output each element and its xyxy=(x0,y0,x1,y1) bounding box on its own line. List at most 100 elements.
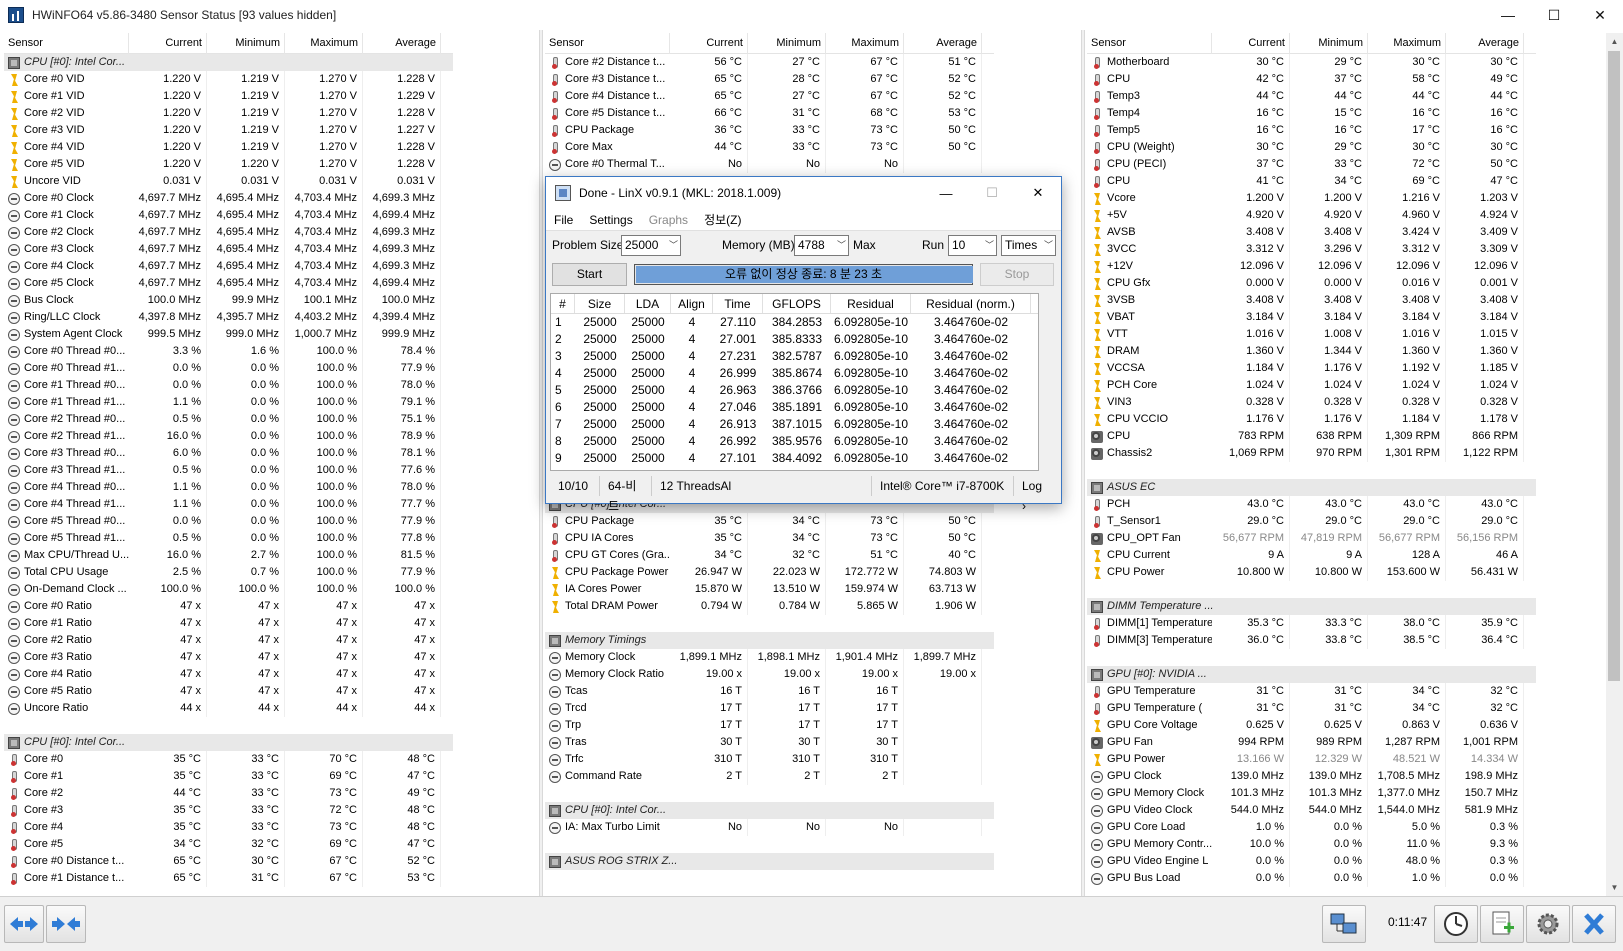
column-header-minimum[interactable]: Minimum xyxy=(1290,33,1368,54)
sensor-row[interactable]: 3VCC 3.312 V 3.296 V 3.312 V 3.309 V xyxy=(1087,241,1536,258)
sensor-row[interactable]: Core #0 Distance t... 65 °C 30 °C 67 °C 52 °… xyxy=(4,853,453,870)
column-header-average[interactable]: Average xyxy=(363,33,441,54)
sensor-row[interactable]: GPU Memory Clock 101.3 MHz 101.3 MHz 1,377.… xyxy=(1087,785,1536,802)
sensor-row[interactable]: DRAM 1.360 V 1.344 V 1.360 V 1.360 V xyxy=(1087,343,1536,360)
scrollbar-thumb[interactable] xyxy=(1608,51,1620,681)
panel-splitter[interactable] xyxy=(1081,30,1085,896)
sensor-row[interactable]: Core #2 Thread #0... 0.5 % 0.0 % 100.0 % 75.… xyxy=(4,411,453,428)
sensor-row[interactable]: GPU Core Load 1.0 % 0.0 % 5.0 % 0.3 % xyxy=(1087,819,1536,836)
memory-combo[interactable]: 4788 ﹀ xyxy=(794,235,849,256)
sensor-row[interactable]: Trfc 310 T 310 T 310 T xyxy=(545,751,994,768)
column-header-average[interactable]: Average xyxy=(904,33,982,54)
linx-maximize-button[interactable]: ☐ xyxy=(969,177,1015,209)
sensor-row[interactable]: GPU Memory Contr... 10.0 % 0.0 % 11.0 % 9.3 … xyxy=(1087,836,1536,853)
sensor-row[interactable]: Core #3 Distance t... 65 °C 28 °C 67 °C 52 °… xyxy=(545,71,994,88)
results-row[interactable]: 4 25000 25000 4 26.999 385.8674 6.092805e-10 3.… xyxy=(551,365,1038,382)
sensor-row[interactable]: CPU (Weight) 30 °C 29 °C 30 °C 30 °C xyxy=(1087,139,1536,156)
sensor-row[interactable]: Core #2 Clock 4,697.7 MHz 4,695.4 MHz 4,703… xyxy=(4,224,453,241)
sensor-row[interactable]: Core #1 Distance t... 65 °C 31 °C 67 °C 53 °… xyxy=(4,870,453,887)
sensor-row[interactable]: CPU 42 °C 37 °C 58 °C 49 °C xyxy=(1087,71,1536,88)
column-header-sensor[interactable]: Sensor xyxy=(1087,33,1212,54)
sensor-row[interactable]: Tcas 16 T 16 T 16 T xyxy=(545,683,994,700)
stop-button[interactable]: Stop xyxy=(980,263,1054,286)
sensor-group-header[interactable]: CPU [#0]: Intel Cor... xyxy=(4,54,453,71)
sensor-row[interactable]: Core #5 Distance t... 66 °C 31 °C 68 °C 53 °… xyxy=(545,105,994,122)
sensor-row[interactable]: Trp 17 T 17 T 17 T xyxy=(545,717,994,734)
sensor-row[interactable]: GPU Core Voltage 0.625 V 0.625 V 0.863 V 0.6… xyxy=(1087,717,1536,734)
sensor-row[interactable]: Uncore VID 0.031 V 0.031 V 0.031 V 0.031 V xyxy=(4,173,453,190)
sensor-row[interactable]: Core #2 Ratio 47 x 47 x 47 x 47 x xyxy=(4,632,453,649)
column-header-minimum[interactable]: Minimum xyxy=(748,33,826,54)
results-row[interactable]: 6 25000 25000 4 27.046 385.1891 6.092805e-10 3.… xyxy=(551,399,1038,416)
sensor-row[interactable]: Temp3 44 °C 44 °C 44 °C 44 °C xyxy=(1087,88,1536,105)
menu-info[interactable]: 정보(Z) xyxy=(696,211,749,228)
results-column-header[interactable]: GFLOPS xyxy=(763,294,831,313)
column-header-average[interactable]: Average xyxy=(1446,33,1524,54)
sensor-row[interactable]: Temp5 16 °C 16 °C 17 °C 16 °C xyxy=(1087,122,1536,139)
sensor-row[interactable]: Core #5 VID 1.220 V 1.220 V 1.270 V 1.228 V xyxy=(4,156,453,173)
sensor-row[interactable]: Core #1 Ratio 47 x 47 x 47 x 47 x xyxy=(4,615,453,632)
sensor-row[interactable]: Command Rate 2 T2 T2 T xyxy=(545,768,994,785)
sensor-row[interactable]: GPU Fan 994 RPM 989 RPM 1,287 RPM 1,001 RPM xyxy=(1087,734,1536,751)
results-row[interactable]: 102500025000427.182383.26276.092805e-103… xyxy=(551,467,1038,470)
scroll-down-arrow-icon[interactable]: ▼ xyxy=(1606,879,1623,896)
sensor-row[interactable]: GPU Temperature 31 °C 31 °C 34 °C 32 °C xyxy=(1087,683,1536,700)
clock-button[interactable] xyxy=(1434,905,1478,943)
close-button[interactable]: ✕ xyxy=(1577,0,1623,30)
sensor-row[interactable]: Bus Clock 100.0 MHz 99.9 MHz 100.1 MHz 100.0… xyxy=(4,292,453,309)
sensor-row[interactable]: CPU 783 RPM 638 RPM 1,309 RPM 866 RPM xyxy=(1087,428,1536,445)
sensor-row[interactable]: Memory Clock Ratio 19.00 x 19.00 x 19.00 x1… xyxy=(545,666,994,683)
sensor-group-header[interactable]: ASUS ROG STRIX Z... xyxy=(545,853,994,870)
results-scrollbar[interactable] xyxy=(1040,293,1057,471)
sensor-row[interactable]: Core #1 Clock 4,697.7 MHz 4,695.4 MHz 4,703… xyxy=(4,207,453,224)
sensor-row[interactable]: GPU Temperature (31 °C 31 °C 34 °C 32 °C xyxy=(1087,700,1536,717)
sensor-row[interactable]: Core #4 Clock 4,697.7 MHz 4,695.4 MHz 4,703… xyxy=(4,258,453,275)
sensor-row[interactable]: T_Sensor1 29.0 °C 29.0 °C 29.0 °C 29.0 °C xyxy=(1087,513,1536,530)
sensor-row[interactable]: Core #0 Clock 4,697.7 MHz 4,695.4 MHz 4,703… xyxy=(4,190,453,207)
sensor-row[interactable]: CPU GT Cores (Gra... 34 °C 32 °C 51 °C 40 °C xyxy=(545,547,994,564)
sensor-row[interactable]: Core #5 Ratio 47 x 47 x 47 x 47 x xyxy=(4,683,453,700)
sensor-row[interactable]: GPU Bus Load 0.0 % 0.0 % 1.0 % 0.0 % xyxy=(1087,870,1536,887)
sensor-row[interactable]: Vcore 1.200 V 1.200 V 1.216 V 1.203 V xyxy=(1087,190,1536,207)
sensor-row[interactable]: VCCSA 1.184 V 1.176 V 1.192 V 1.185 V xyxy=(1087,360,1536,377)
sensor-row[interactable]: CPU Gfx 0.000 V 0.000 V 0.016 V 0.001 V xyxy=(1087,275,1536,292)
close-sensors-button[interactable] xyxy=(1572,905,1616,943)
sensor-row[interactable]: Core #4 Distance t... 65 °C 27 °C 67 °C 52 °… xyxy=(545,88,994,105)
results-column-header[interactable]: Residual xyxy=(831,294,911,313)
collapse-arrows-button[interactable] xyxy=(46,905,86,943)
sensor-group-header[interactable]: DIMM Temperature ... xyxy=(1087,598,1536,615)
sensor-row[interactable]: Core #3 35 °C 33 °C 72 °C 48 °C xyxy=(4,802,453,819)
sensor-row[interactable]: Core #1 Thread #0... 0.0 % 0.0 % 100.0 % 78.… xyxy=(4,377,453,394)
column-header-minimum[interactable]: Minimum xyxy=(207,33,285,54)
sensor-row[interactable]: Core #4 VID 1.220 V 1.219 V 1.270 V 1.228 V xyxy=(4,139,453,156)
sensor-row[interactable]: Core #3 VID 1.220 V 1.219 V 1.270 V 1.227 V xyxy=(4,122,453,139)
sensor-row[interactable]: IA: Max Turbo Limit No No No xyxy=(545,819,994,836)
sensor-row[interactable]: PCH 43.0 °C 43.0 °C 43.0 °C 43.0 °C xyxy=(1087,496,1536,513)
sensor-row[interactable]: DIMM[3] Temperature 36.0 °C 33.8 °C 38.5 °C… xyxy=(1087,632,1536,649)
sensor-group-header[interactable]: GPU [#0]: NVIDIA ... xyxy=(1087,666,1536,683)
sensor-row[interactable]: Core #1 35 °C 33 °C 69 °C 47 °C xyxy=(4,768,453,785)
column-header-maximum[interactable]: Maximum xyxy=(1368,33,1446,54)
sensor-row[interactable]: Max CPU/Thread U... 16.0 % 2.7 % 100.0 % 81.… xyxy=(4,547,453,564)
column-header-current[interactable]: Current xyxy=(1212,33,1290,54)
column-header-maximum[interactable]: Maximum xyxy=(285,33,363,54)
menu-graphs[interactable]: Graphs xyxy=(641,213,696,227)
sensor-row[interactable]: Tras 30 T 30 T 30 T xyxy=(545,734,994,751)
results-table[interactable]: # Size LDA Align Time GFLOPS Residual Residual … xyxy=(550,293,1039,471)
sensor-row[interactable]: Core #2 Thread #1... 16.0 % 0.0 % 100.0 % 78… xyxy=(4,428,453,445)
maximize-button[interactable]: ☐ xyxy=(1531,0,1577,30)
problem-size-combo[interactable]: 25000 ﹀ xyxy=(621,235,681,256)
navigate-arrows-button[interactable] xyxy=(4,905,44,943)
sensor-row[interactable]: Core #0 35 °C 33 °C 70 °C 48 °C xyxy=(4,751,453,768)
log-button[interactable]: Log › xyxy=(1014,476,1054,513)
sensor-row[interactable]: Uncore Ratio 44 x 44 x 44 x 44 x xyxy=(4,700,453,717)
results-column-header[interactable]: Align xyxy=(671,294,713,313)
sensor-row[interactable]: Core #3 Ratio 47 x 47 x 47 x 47 x xyxy=(4,649,453,666)
results-column-header[interactable]: LDA xyxy=(625,294,671,313)
sensor-row[interactable]: Core #0 Thread #1... 0.0 % 0.0 % 100.0 % 77.… xyxy=(4,360,453,377)
results-column-header[interactable]: # xyxy=(551,294,575,313)
minimize-button[interactable]: — xyxy=(1485,0,1531,30)
menu-file[interactable]: File xyxy=(546,213,581,227)
vertical-scrollbar[interactable]: ▲ ▼ xyxy=(1606,33,1623,896)
results-column-header[interactable]: Size xyxy=(575,294,625,313)
